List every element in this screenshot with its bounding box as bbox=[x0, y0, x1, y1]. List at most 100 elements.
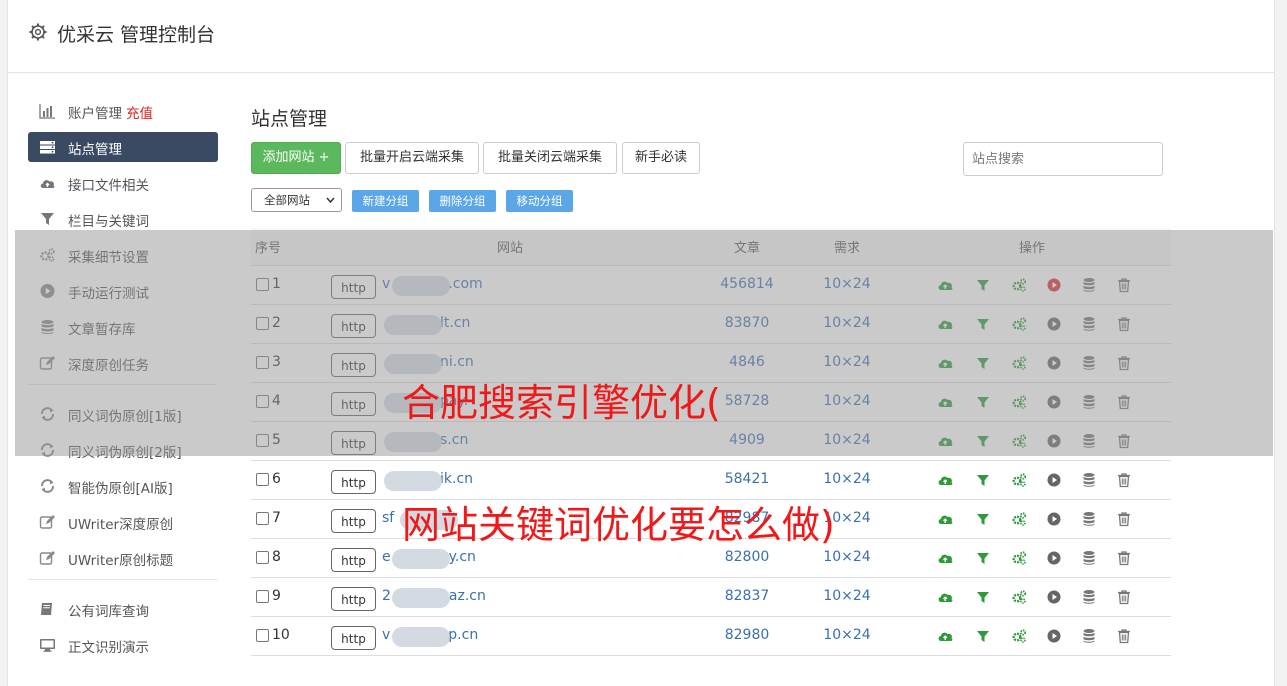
table-row: 9 http 2 az.cn 82837 10×24 bbox=[251, 578, 1171, 617]
demand-value[interactable]: 10×24 bbox=[807, 588, 887, 604]
sidebar-item-text: 接口文件相关 bbox=[68, 178, 149, 194]
gears-icon[interactable] bbox=[1011, 550, 1027, 566]
sidebar-item[interactable]: UWriter原创标题 bbox=[28, 543, 218, 573]
article-count[interactable]: 58421 bbox=[707, 471, 787, 487]
row-index: 10 bbox=[272, 627, 290, 643]
demand-value[interactable]: 10×24 bbox=[807, 627, 887, 643]
demand-value[interactable]: 10×24 bbox=[807, 549, 887, 565]
site-suffix: y.cn bbox=[448, 549, 476, 565]
database-icon[interactable] bbox=[1081, 589, 1097, 605]
sidebar-item-text: UWriter深度原创 bbox=[68, 517, 174, 533]
sidebar-item-label: 接口文件相关 bbox=[68, 174, 149, 194]
row-index: 7 bbox=[272, 510, 281, 526]
batch-close-cloud-button[interactable]: 批量关闭云端采集 bbox=[483, 142, 617, 174]
trash-icon[interactable] bbox=[1116, 511, 1132, 527]
sidebar-item-label: UWriter深度原创 bbox=[68, 513, 173, 533]
database-icon[interactable] bbox=[1081, 511, 1097, 527]
chevron-down-icon bbox=[326, 197, 335, 204]
site-suffix: ik.cn bbox=[440, 471, 474, 487]
sidebar-item[interactable]: 正文识别演示 bbox=[28, 630, 218, 660]
filter-icon[interactable] bbox=[975, 511, 991, 527]
protocol-badge[interactable]: http bbox=[331, 626, 376, 650]
play-icon[interactable] bbox=[1046, 628, 1062, 644]
gears-icon[interactable] bbox=[1011, 472, 1027, 488]
trash-icon[interactable] bbox=[1116, 589, 1132, 605]
trash-icon[interactable] bbox=[1116, 550, 1132, 566]
gears-icon[interactable] bbox=[1011, 628, 1027, 644]
row-checkbox[interactable] bbox=[256, 512, 269, 525]
protocol-badge[interactable]: http bbox=[331, 470, 376, 494]
filter-icon[interactable] bbox=[975, 589, 991, 605]
redaction-blur bbox=[392, 549, 450, 569]
gears-icon[interactable] bbox=[1011, 589, 1027, 605]
row-checkbox[interactable] bbox=[256, 629, 269, 642]
article-count[interactable]: 82980 bbox=[707, 627, 787, 643]
cloud-upload-icon[interactable] bbox=[937, 511, 953, 527]
server-icon bbox=[39, 139, 56, 155]
protocol-badge[interactable]: http bbox=[331, 587, 376, 611]
cloud-upload-icon[interactable] bbox=[937, 628, 953, 644]
filter-icon[interactable] bbox=[975, 550, 991, 566]
recharge-link[interactable]: 充值 bbox=[126, 106, 153, 122]
protocol-badge[interactable]: http bbox=[331, 548, 376, 572]
filter-icon[interactable] bbox=[975, 628, 991, 644]
table-row: 10 http v p.cn 82980 10×24 bbox=[251, 617, 1171, 656]
play-icon[interactable] bbox=[1046, 589, 1062, 605]
sidebar-separator bbox=[28, 579, 217, 580]
row-checkbox[interactable] bbox=[256, 473, 269, 486]
filter-icon[interactable] bbox=[975, 472, 991, 488]
cloud-upload-icon[interactable] bbox=[937, 589, 953, 605]
site-suffix: p.cn bbox=[448, 627, 479, 643]
sidebar-item[interactable]: 公有词库查询 bbox=[28, 594, 218, 624]
cloud-upload-icon[interactable] bbox=[937, 550, 953, 566]
sidebar-item[interactable]: 站点管理 bbox=[28, 132, 218, 162]
sidebar-item-label: 公有词库查询 bbox=[68, 600, 149, 620]
gears-icon[interactable] bbox=[1011, 511, 1027, 527]
new-group-button[interactable]: 新建分组 bbox=[352, 190, 419, 212]
article-count[interactable]: 82800 bbox=[707, 549, 787, 565]
protocol-badge[interactable]: http bbox=[331, 509, 376, 533]
site-search-input[interactable] bbox=[963, 142, 1163, 176]
play-icon[interactable] bbox=[1046, 550, 1062, 566]
batch-open-cloud-button[interactable]: 批量开启云端采集 bbox=[345, 142, 479, 174]
sidebar-item[interactable]: 接口文件相关 bbox=[28, 168, 218, 198]
trash-icon[interactable] bbox=[1116, 628, 1132, 644]
sidebar-item-label: 站点管理 bbox=[68, 138, 122, 158]
edit-icon bbox=[39, 550, 56, 566]
article-count[interactable]: 82837 bbox=[707, 588, 787, 604]
sidebar-item[interactable]: 智能伪原创[AI版] bbox=[28, 471, 218, 501]
group-select[interactable]: 全部网站 bbox=[251, 188, 342, 212]
database-icon[interactable] bbox=[1081, 550, 1097, 566]
newbie-guide-button[interactable]: 新手必读 bbox=[622, 142, 700, 174]
book-icon bbox=[39, 601, 56, 617]
move-group-button[interactable]: 移动分组 bbox=[506, 190, 573, 212]
site-suffix: az.cn bbox=[448, 588, 486, 604]
sidebar-item-label: 栏目与关键词 bbox=[68, 210, 149, 230]
row-checkbox[interactable] bbox=[256, 590, 269, 603]
trash-icon[interactable] bbox=[1116, 472, 1132, 488]
cloud-upload-icon[interactable] bbox=[937, 472, 953, 488]
sidebar-item-text: UWriter原创标题 bbox=[68, 553, 174, 569]
database-icon[interactable] bbox=[1081, 628, 1097, 644]
sidebar-item-text: 智能伪原创[AI版] bbox=[68, 481, 173, 497]
sidebar-item-text: 站点管理 bbox=[68, 142, 122, 158]
play-icon[interactable] bbox=[1046, 472, 1062, 488]
gear-icon bbox=[29, 23, 47, 41]
site-prefix: 2 bbox=[382, 588, 391, 604]
sidebar-item-text: 栏目与关键词 bbox=[68, 214, 149, 230]
group-select-value: 全部网站 bbox=[264, 193, 310, 207]
filter-icon bbox=[39, 211, 56, 227]
watermark-line-2: 网站关键词优化要怎么做) bbox=[402, 503, 835, 547]
top-header: 优采云 管理控制台 bbox=[8, 0, 1274, 73]
delete-group-button[interactable]: 删除分组 bbox=[429, 190, 496, 212]
cloud-upload-icon bbox=[39, 175, 56, 191]
database-icon[interactable] bbox=[1081, 472, 1097, 488]
play-icon[interactable] bbox=[1046, 511, 1062, 527]
sidebar-item[interactable]: UWriter深度原创 bbox=[28, 507, 218, 537]
row-checkbox[interactable] bbox=[256, 551, 269, 564]
demand-value[interactable]: 10×24 bbox=[807, 471, 887, 487]
monitor-icon bbox=[39, 637, 56, 653]
sidebar-item[interactable]: 账户管理 充值 bbox=[28, 96, 218, 126]
add-site-button[interactable]: 添加网站 + bbox=[251, 142, 341, 174]
sidebar-item-text: 账户管理 bbox=[68, 106, 122, 122]
